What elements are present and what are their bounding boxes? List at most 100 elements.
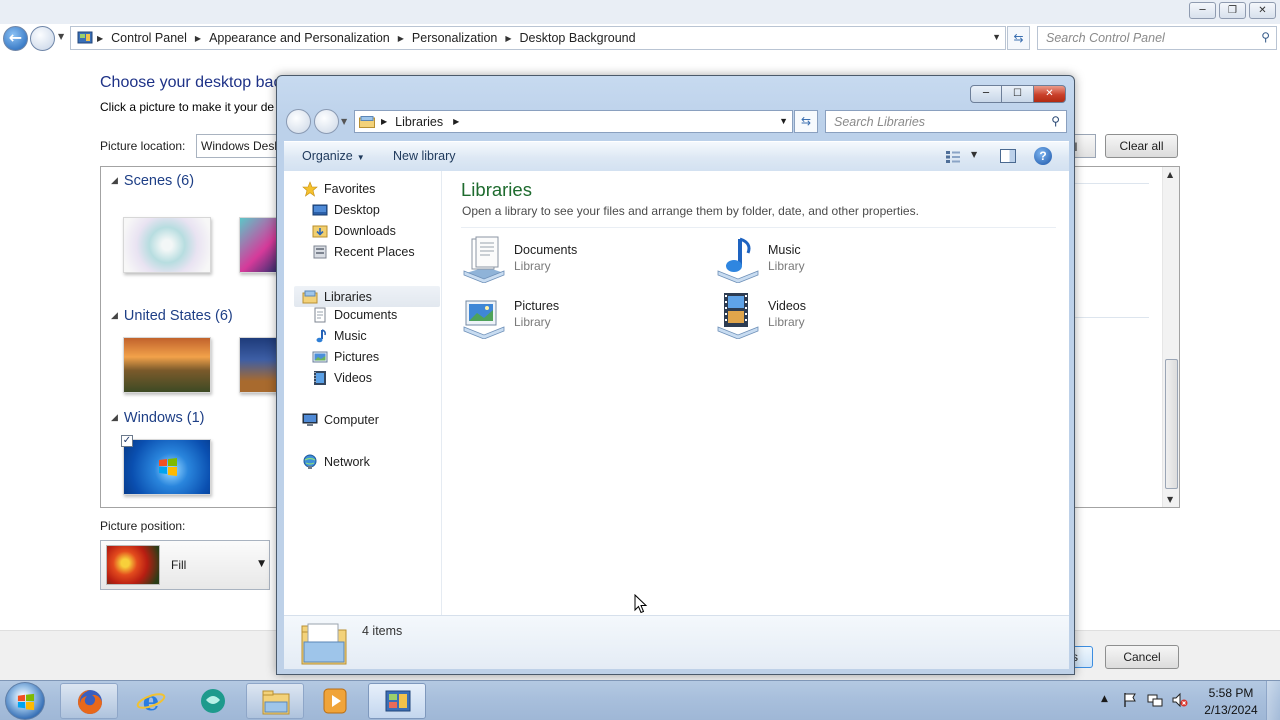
wallpaper-thumbnail[interactable] — [123, 217, 211, 273]
nav-label: Network — [324, 455, 370, 469]
collapse-triangle-icon[interactable]: ◢ — [111, 175, 118, 185]
collapse-triangle-icon[interactable]: ◢ — [111, 310, 118, 320]
nav-downloads[interactable]: Downloads — [312, 223, 396, 239]
minimize-button[interactable]: ─ — [970, 85, 1002, 103]
wallpaper-thumbnail[interactable] — [239, 337, 279, 393]
address-dropdown-icon[interactable]: ▼ — [992, 32, 1001, 42]
preview-pane-button[interactable] — [1000, 149, 1016, 163]
taskbar-chat[interactable] — [184, 683, 242, 719]
breadcrumb-libraries[interactable]: Libraries — [395, 115, 443, 129]
nav-desktop[interactable]: Desktop — [312, 202, 380, 218]
close-button[interactable]: ✕ — [1034, 85, 1066, 103]
breadcrumb-separator[interactable]: ▶ — [453, 117, 459, 126]
nav-network[interactable]: Network — [302, 454, 370, 470]
refresh-button[interactable]: ⇆ — [1007, 26, 1030, 50]
taskbar-media-player[interactable] — [306, 683, 364, 719]
taskbar-windows-explorer[interactable] — [246, 683, 304, 719]
search-icon[interactable]: ⚲ — [1051, 114, 1060, 128]
wallpaper-thumbnail-selected[interactable] — [123, 439, 211, 495]
scroll-down-icon[interactable]: ▼ — [1167, 495, 1173, 504]
maximize-button[interactable]: ☐ — [1002, 85, 1034, 103]
taskbar: e ▲ 5:58 PM 2/13/2024 — [0, 680, 1280, 720]
volume-muted-icon[interactable] — [1172, 692, 1188, 708]
picture-position-select[interactable]: Fill ▼ — [100, 540, 270, 590]
nav-recent-places[interactable]: Recent Places — [312, 244, 415, 260]
clear-all-button[interactable]: Clear all — [1105, 134, 1178, 158]
close-button[interactable]: ✕ — [1249, 2, 1276, 19]
scrollbar-thumb[interactable] — [1165, 359, 1178, 489]
nav-favorites[interactable]: Favorites — [302, 181, 375, 197]
wallpaper-checkbox[interactable]: ✓ — [121, 435, 133, 447]
nav-videos[interactable]: Videos — [312, 370, 372, 386]
dropdown-arrow-icon[interactable]: ▼ — [258, 559, 265, 569]
breadcrumb-appearance[interactable]: Appearance and Personalization — [209, 31, 390, 45]
organize-label: Organize — [302, 149, 353, 163]
view-dropdown-icon[interactable]: ▼ — [971, 150, 977, 159]
breadcrumb-separator[interactable]: ▶ — [505, 34, 511, 43]
new-library-button[interactable]: New library — [393, 149, 456, 163]
restore-button[interactable]: ❐ — [1219, 2, 1246, 19]
wallpaper-thumbnail[interactable] — [239, 217, 279, 273]
minimize-button[interactable]: ─ — [1189, 2, 1216, 19]
search-input[interactable]: Search Libraries ⚲ — [825, 110, 1067, 133]
select-all-button[interactable]: ll — [1072, 134, 1096, 158]
address-bar[interactable]: ▶ Libraries ▶ ▼ — [354, 110, 793, 133]
organize-menu[interactable]: Organize ▼ — [302, 149, 365, 163]
show-desktop-button[interactable] — [1266, 681, 1280, 720]
action-center-flag-icon[interactable] — [1122, 692, 1138, 708]
nav-pictures[interactable]: Pictures — [312, 349, 379, 365]
forward-button[interactable] — [30, 26, 55, 51]
cancel-button[interactable]: Cancel — [1105, 645, 1179, 669]
library-item-pictures[interactable]: Pictures Library — [460, 291, 680, 343]
vertical-scrollbar[interactable]: ▲ ▼ — [1162, 167, 1179, 507]
breadcrumb-control-panel[interactable]: Control Panel — [111, 31, 187, 45]
nav-computer[interactable]: Computer — [302, 412, 379, 428]
address-dropdown-icon[interactable]: ▼ — [779, 116, 788, 126]
show-hidden-icons-button[interactable]: ▲ — [1101, 694, 1108, 704]
network-tray-icon[interactable] — [1147, 692, 1163, 708]
group-scenes[interactable]: ◢ Scenes (6) — [111, 173, 194, 189]
group-united-states[interactable]: ◢ United States (6) — [111, 308, 233, 324]
breadcrumb-separator[interactable]: ▶ — [381, 117, 387, 126]
library-item-documents[interactable]: Documents Library — [460, 235, 680, 287]
forward-button[interactable] — [314, 109, 339, 134]
navigation-pane: Favorites Desktop Downloads Recent Place… — [284, 171, 442, 615]
help-button[interactable]: ? — [1034, 147, 1052, 165]
refresh-button[interactable]: ⇆ — [794, 110, 818, 133]
breadcrumb-separator[interactable]: ▶ — [398, 34, 404, 43]
nav-libraries[interactable]: Libraries — [294, 286, 440, 307]
breadcrumb-desktop-background[interactable]: Desktop Background — [520, 31, 636, 45]
nav-documents[interactable]: Documents — [312, 307, 397, 323]
nav-label: Documents — [334, 308, 398, 322]
taskbar-firefox[interactable] — [60, 683, 118, 719]
taskbar-internet-explorer[interactable]: e — [122, 683, 180, 719]
taskbar-control-panel[interactable] — [368, 683, 426, 719]
page-title: Choose your desktop bac — [100, 74, 282, 91]
search-icon[interactable]: ⚲ — [1261, 30, 1270, 44]
address-bar[interactable]: ▶ Control Panel ▶ Appearance and Persona… — [70, 26, 1006, 50]
breadcrumb-separator[interactable]: ▶ — [195, 34, 201, 43]
search-input[interactable]: Search Control Panel ⚲ — [1037, 26, 1277, 50]
clock-date[interactable]: 2/13/2024 — [1198, 703, 1264, 717]
group-windows[interactable]: ◢ Windows (1) — [111, 410, 205, 426]
libraries-icon — [302, 290, 318, 303]
group-title: Windows (1) — [123, 410, 205, 426]
scroll-up-icon[interactable]: ▲ — [1167, 170, 1173, 179]
clock-time[interactable]: 5:58 PM — [1198, 686, 1264, 700]
change-view-button[interactable]: ▼ — [944, 148, 984, 166]
wallpaper-thumbnail[interactable] — [123, 337, 211, 393]
back-button[interactable]: ← — [3, 26, 28, 51]
content-title: Libraries — [461, 179, 532, 200]
library-item-videos[interactable]: Videos Library — [714, 291, 934, 343]
nav-music[interactable]: Music — [312, 328, 367, 344]
picture-position-label: Picture position: — [100, 519, 186, 533]
start-button[interactable] — [5, 682, 45, 720]
library-item-music[interactable]: Music Library — [714, 235, 934, 287]
save-changes-button[interactable]: s — [1072, 646, 1093, 668]
recent-pages-dropdown[interactable]: ▼ — [341, 117, 347, 126]
breadcrumb-personalization[interactable]: Personalization — [412, 31, 497, 45]
collapse-triangle-icon[interactable]: ◢ — [111, 412, 118, 422]
documents-library-icon — [463, 236, 505, 283]
recent-pages-dropdown[interactable]: ▼ — [58, 32, 64, 41]
back-button[interactable] — [286, 109, 311, 134]
